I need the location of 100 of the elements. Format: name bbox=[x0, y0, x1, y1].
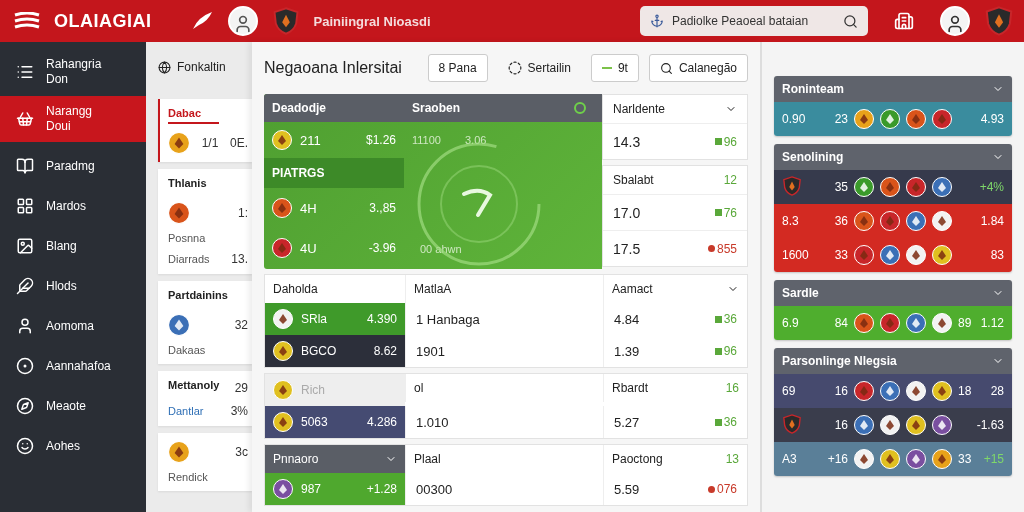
team-crest-icon bbox=[880, 245, 900, 265]
odds-value: 1.39 bbox=[614, 343, 640, 359]
group-header[interactable]: Parsonlinge Nlegsia bbox=[774, 348, 1012, 374]
team-crest-icon bbox=[932, 109, 952, 129]
team-crest-icon bbox=[272, 238, 292, 258]
team-pill[interactable]: SRla 4.390 bbox=[265, 303, 405, 335]
odds-value: 17.5 bbox=[613, 240, 641, 257]
sidebar-item[interactable]: Blang bbox=[0, 226, 146, 266]
row-number: 89 bbox=[958, 316, 972, 330]
row-value: 3% bbox=[230, 404, 248, 418]
sidebar-item[interactable]: Aannahafoa bbox=[0, 346, 146, 386]
column-title: MatlaA bbox=[414, 282, 452, 296]
standings-row[interactable]: 8.3 36 1.84 bbox=[774, 204, 1012, 238]
card-title: Narldente bbox=[613, 102, 666, 116]
row-number: 33 bbox=[833, 248, 848, 262]
row-label: Dakaas bbox=[168, 344, 206, 356]
odds-value: 4.84 bbox=[614, 311, 640, 327]
row-value: +15 bbox=[983, 452, 1004, 466]
card-tab[interactable]: Thlanis bbox=[168, 177, 207, 194]
team-crest-icon bbox=[272, 130, 292, 150]
team-crest-icon bbox=[854, 211, 874, 231]
smile-icon bbox=[16, 437, 34, 455]
market-value: 1 Hanbaga bbox=[416, 311, 480, 327]
shield-icon bbox=[984, 6, 1014, 36]
row-lead: 8.3 bbox=[782, 214, 800, 228]
row-number: 36 bbox=[833, 214, 848, 228]
row-lead: 6.9 bbox=[782, 316, 800, 330]
feather-icon bbox=[16, 277, 34, 295]
toolbar-button[interactable]: 8 Pana bbox=[427, 54, 488, 82]
team-crest-icon bbox=[932, 449, 952, 469]
team-crest-icon bbox=[906, 313, 926, 333]
team-crest-icon bbox=[906, 381, 926, 401]
card-tab[interactable]: Mettanoly bbox=[168, 379, 220, 396]
sidebar-item[interactable]: Mardos bbox=[0, 186, 146, 226]
team-crest-icon bbox=[932, 245, 952, 265]
avatar-icon[interactable] bbox=[227, 6, 258, 36]
toolbar-button[interactable]: Sertailin bbox=[497, 54, 581, 82]
shield-icon bbox=[271, 7, 300, 35]
team-crest-icon bbox=[273, 412, 293, 432]
text-link[interactable]: Dantlar bbox=[168, 405, 204, 417]
team-crest-icon bbox=[932, 177, 952, 197]
row-number: 16 bbox=[833, 384, 848, 398]
user-icon bbox=[16, 317, 34, 335]
sidebar-item[interactable]: Hlods bbox=[0, 266, 146, 306]
team-crest-icon bbox=[932, 211, 952, 231]
row-value: -1.63 bbox=[976, 418, 1004, 432]
anchor-icon bbox=[650, 14, 664, 28]
team-name: 211 bbox=[300, 132, 321, 148]
row-value: 4.93 bbox=[980, 112, 1004, 126]
toolbar-button[interactable]: 9t bbox=[590, 54, 639, 82]
standings-row[interactable]: 35 +4% bbox=[774, 170, 1012, 204]
card-title: Sbalabt bbox=[613, 173, 654, 187]
card-tab[interactable]: Dabac bbox=[168, 107, 220, 124]
sidebar-item[interactable]: Aohes bbox=[0, 426, 146, 466]
change-label: 36 bbox=[714, 415, 737, 429]
sidebar-item[interactable]: Aomoma bbox=[0, 306, 146, 346]
group-header[interactable]: Senolining bbox=[774, 144, 1012, 170]
team-pill[interactable]: 5063 4.286 bbox=[265, 406, 405, 438]
row-value: 0E. bbox=[229, 136, 248, 150]
building-icon[interactable] bbox=[894, 11, 914, 31]
standings-row[interactable]: 69 16 18 28 bbox=[774, 374, 1012, 408]
avatar-icon[interactable] bbox=[940, 6, 970, 36]
team-crest-icon bbox=[932, 381, 952, 401]
sidebar-item[interactable]: Paradmg bbox=[0, 146, 146, 186]
row-value: 13. bbox=[231, 252, 248, 266]
group-header[interactable]: Sardle bbox=[774, 280, 1012, 306]
sidebar-item[interactable]: Rahangria Don bbox=[0, 52, 146, 92]
book-icon bbox=[16, 157, 34, 175]
odds-value: -3.96 bbox=[368, 241, 396, 255]
standings-row[interactable]: A3 +16 33 +15 bbox=[774, 442, 1012, 476]
search-field[interactable]: Padiolke Peaoeal bataian bbox=[640, 6, 868, 36]
sidebar-item[interactable]: Narangg Doui bbox=[0, 96, 146, 142]
row-number: 18 bbox=[958, 384, 972, 398]
sidebar-item[interactable]: Meaote bbox=[0, 386, 146, 426]
basket-icon bbox=[16, 110, 34, 128]
search-icon bbox=[659, 61, 673, 75]
row-lead: A3 bbox=[782, 452, 798, 466]
odds-value: $1.26 bbox=[365, 133, 396, 147]
standings-row[interactable]: 0.90 23 4.93 bbox=[774, 102, 1012, 136]
group-header[interactable]: Roninteam bbox=[774, 76, 1012, 102]
odds-value: 5.27 bbox=[614, 414, 640, 430]
row-lead: 69 bbox=[782, 384, 797, 398]
team-crest-icon bbox=[880, 109, 900, 129]
team-name: 4U bbox=[300, 240, 317, 256]
card-tab[interactable]: Partdainins bbox=[168, 289, 228, 306]
market-value: 1901 bbox=[416, 343, 445, 359]
grid-icon bbox=[16, 197, 34, 215]
team-name: 4H bbox=[300, 200, 317, 216]
change-label: 96 bbox=[714, 344, 737, 358]
team-pill[interactable]: BGCO 8.62 bbox=[265, 335, 405, 367]
standings-row[interactable]: 1600 33 83 bbox=[774, 238, 1012, 272]
standings-row[interactable]: 16 -1.63 bbox=[774, 408, 1012, 442]
team-crest-icon bbox=[906, 177, 926, 197]
team-crest-icon bbox=[880, 415, 900, 435]
column-title: Daholda bbox=[272, 281, 319, 298]
toolbar-button[interactable]: Calanegão bbox=[648, 54, 748, 82]
team-crest-icon bbox=[880, 211, 900, 231]
search-icon[interactable] bbox=[843, 14, 858, 29]
team-crest-icon bbox=[168, 202, 190, 224]
app-logo: OLAIAGIAI bbox=[54, 10, 152, 32]
